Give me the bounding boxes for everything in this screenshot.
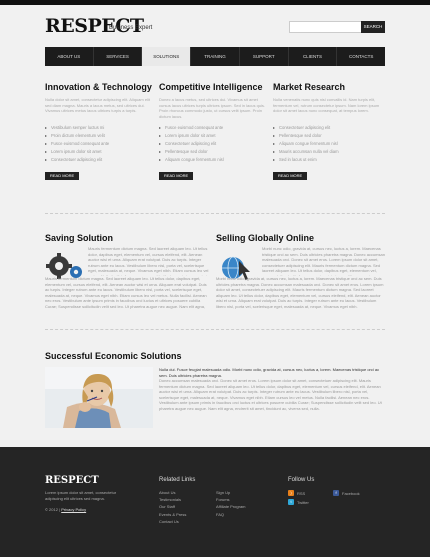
column-competitive: Competitive Intelligence Donec a lacus m…	[159, 82, 269, 182]
list-item[interactable]: Consectetuer adipiscing elit	[273, 124, 383, 132]
list-item[interactable]: Consectetuer adipiscing elit	[45, 156, 155, 164]
twitter-link[interactable]: t Twitter	[288, 499, 309, 505]
column-market: Market Research Nulla venenatis nunc qui…	[273, 82, 383, 182]
search-button[interactable]: SEARCH	[361, 21, 385, 33]
footer	[0, 447, 430, 557]
selling-text-top: Morbi nunc odio, gravida at, cursus nec,…	[262, 246, 385, 276]
saving-title: Saving Solution	[45, 233, 114, 243]
rss-icon: )	[288, 490, 294, 496]
column-text: Nulla venenatis nunc quis nisl convallis…	[273, 97, 380, 113]
nav-contacts[interactable]: CONTACTS	[337, 47, 385, 66]
footer-link[interactable]: Affiliate Program	[216, 503, 246, 510]
column-text: Donec a lacus metus, sed ultrices dui. V…	[159, 97, 266, 119]
column-list: Consectetuer adipiscing elit Pellentesqu…	[273, 124, 383, 164]
footer-link[interactable]: Sign Up	[216, 489, 246, 496]
column-title: Competitive Intelligence	[159, 82, 263, 92]
selling-text-bottom: Morbi nunc odio, gravida at, cursus nec,…	[216, 276, 385, 310]
footer-copyright: © 2012 | Privacy Policy	[45, 507, 86, 512]
list-item[interactable]: Fusce euismod consequat ante	[45, 140, 155, 148]
saving-text-continued: Mauris fermentum dictum magna. Sed laore…	[45, 276, 208, 310]
economic-text: Nulla dui. Fusce feugiat malesuada odio.…	[159, 367, 385, 429]
search-input[interactable]	[289, 21, 363, 33]
selling-text: Morbi nunc odio, gravida at, cursus nec,…	[262, 246, 385, 276]
facebook-icon: f	[333, 490, 339, 496]
selling-text-continued: Morbi nunc odio, gravida at, cursus nec,…	[216, 276, 384, 309]
column-title: Market Research	[273, 82, 346, 92]
read-more-button[interactable]: READ MORE	[273, 172, 308, 180]
footer-link[interactable]: Events & Press	[159, 511, 186, 518]
list-item[interactable]: Pellentesque sed dolor	[273, 132, 383, 140]
list-item[interactable]: Vestibulum semper luctus mi	[45, 124, 155, 132]
related-links-col1: About Us Testimonials Our Staff Events &…	[159, 489, 186, 525]
selling-title: Selling Globally Online	[216, 233, 315, 243]
top-strip	[0, 0, 430, 5]
related-links-title: Related Links	[159, 477, 196, 483]
column-text: Nulla dolor sit amet, consectetur adipis…	[45, 97, 150, 113]
list-item[interactable]: Fusce euismod consequat ante	[159, 124, 269, 132]
column-title: Innovation & Technology	[45, 82, 152, 92]
nav-clients[interactable]: CLIENTS	[289, 47, 338, 66]
list-item[interactable]: Mauris accumsan nulla vel diam	[273, 148, 383, 156]
privacy-policy-link[interactable]: Privacy Policy	[61, 507, 86, 512]
rss-label: RSS	[297, 490, 306, 496]
list-item[interactable]: Proin dictum elementum velit	[45, 132, 155, 140]
footer-logo[interactable]: RESPECT	[45, 475, 99, 486]
nav-solutions[interactable]: SOLUTIONS	[142, 47, 192, 66]
facebook-link[interactable]: f Facebook	[333, 490, 360, 496]
footer-link[interactable]: Forums	[216, 496, 246, 503]
list-item[interactable]: Pellentesque sed dolor	[159, 148, 269, 156]
economic-lead: Nulla dui. Fusce feugiat malesuada odio.…	[159, 367, 380, 378]
footer-link[interactable]: FAQ	[216, 511, 246, 518]
read-more-button[interactable]: READ MORE	[159, 172, 194, 180]
twitter-icon: t	[288, 499, 294, 505]
footer-link[interactable]: Contact Us	[159, 518, 186, 525]
facebook-label: Facebook	[342, 490, 360, 496]
list-item[interactable]: Consectetuer adipiscing elit	[159, 140, 269, 148]
footer-link[interactable]: Our Staff	[159, 503, 186, 510]
list-item[interactable]: Aliquam congue fermentum nisl	[273, 140, 383, 148]
copyright-text: © 2012 |	[45, 507, 61, 512]
site-tagline: Business Expert	[109, 25, 153, 31]
saving-text-bottom: Mauris fermentum dictum magna. Sed laore…	[45, 276, 210, 310]
main-nav: ABOUT US SERVICES SOLUTIONS TRAINING SUP…	[45, 47, 385, 66]
economic-body: Donec accumsan malesuada orci. Donec sit…	[159, 378, 382, 411]
related-links-col2: Sign Up Forums Affiliate Program FAQ	[216, 489, 246, 518]
saving-text-top: Mauris fermentum dictum magna. Sed laore…	[88, 246, 210, 276]
list-item[interactable]: Aliquam congue fermentum nisl	[159, 156, 269, 164]
woman-photo	[45, 367, 153, 428]
nav-about-us[interactable]: ABOUT US	[45, 47, 94, 66]
nav-support[interactable]: SUPPORT	[240, 47, 289, 66]
rss-link[interactable]: ) RSS	[288, 490, 305, 496]
divider	[45, 329, 385, 330]
divider	[45, 213, 385, 214]
woman-photo-illustration	[45, 367, 153, 428]
column-innovation: Innovation & Technology Nulla dolor sit …	[45, 82, 155, 182]
column-list: Fusce euismod consequat ante Lorem ipsum…	[159, 124, 269, 164]
footer-link[interactable]: About Us	[159, 489, 186, 496]
saving-text: Mauris fermentum dictum magna. Sed laore…	[88, 246, 209, 276]
nav-services[interactable]: SERVICES	[94, 47, 143, 66]
column-list: Vestibulum semper luctus mi Proin dictum…	[45, 124, 155, 164]
list-item[interactable]: Lorem ipsum dolor sit amet	[159, 132, 269, 140]
economic-title: Successful Economic Solutions	[45, 351, 182, 361]
list-item[interactable]: Sed in lacus ut enim	[273, 156, 383, 164]
list-item[interactable]: Lorem ipsum dolor sit amet	[45, 148, 155, 156]
twitter-label: Twitter	[297, 499, 309, 505]
footer-text: Lorem ipsum dolor sit amet, consectetur …	[45, 490, 117, 501]
nav-training[interactable]: TRAINING	[191, 47, 240, 66]
read-more-button[interactable]: READ MORE	[45, 172, 80, 180]
footer-link[interactable]: Testimonials	[159, 496, 186, 503]
follow-us-title: Follow Us	[288, 477, 315, 483]
